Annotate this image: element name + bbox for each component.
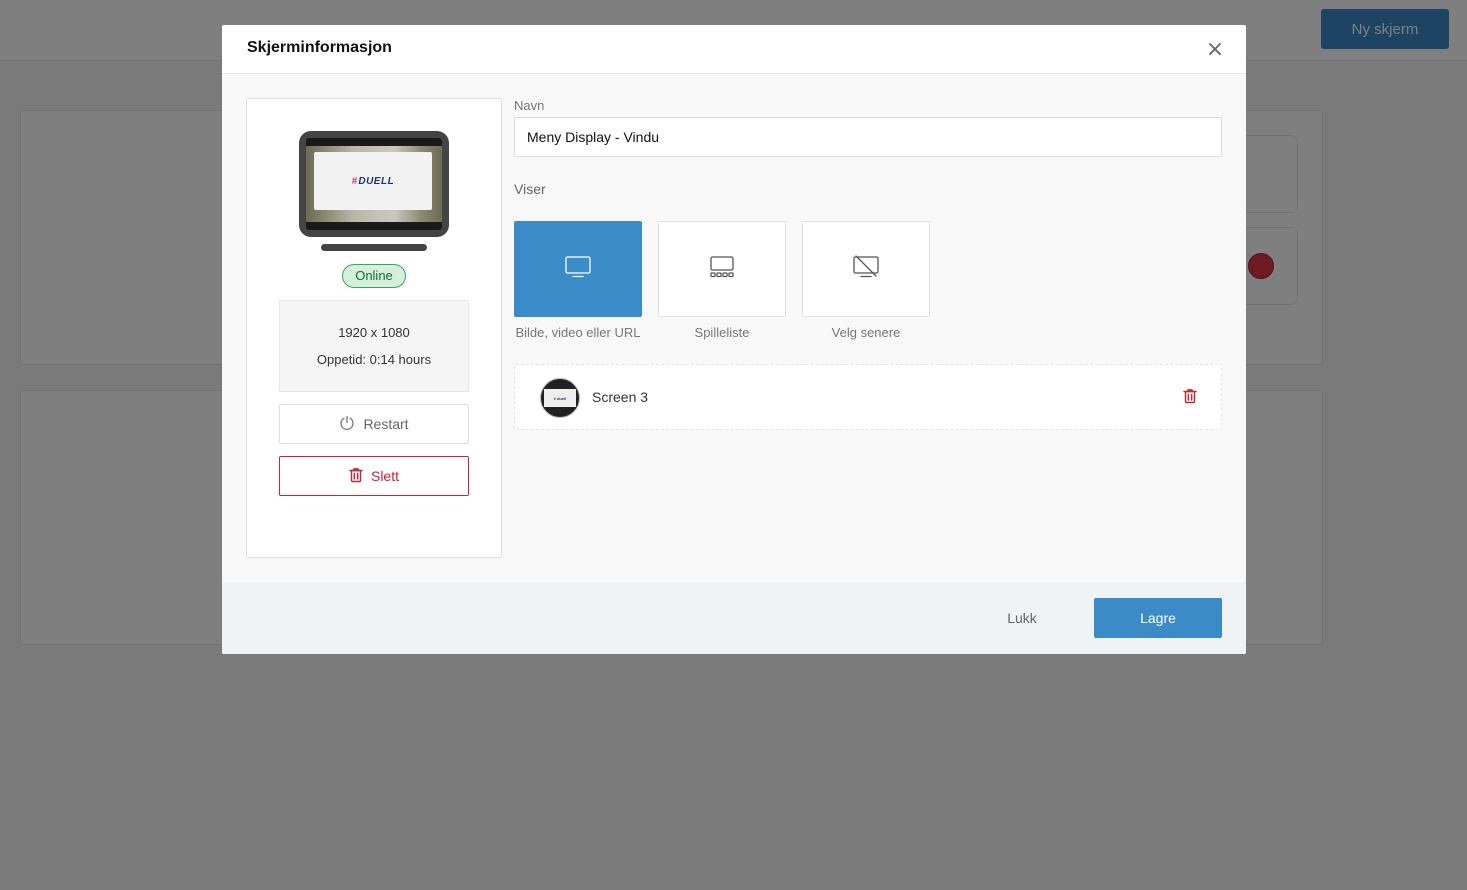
- shows-label: Viser: [514, 181, 546, 197]
- restart-button[interactable]: Restart: [279, 404, 469, 444]
- screen-info-box: 1920 x 1080 Oppetid: 0:14 hours: [279, 300, 469, 392]
- trash-icon: [349, 467, 363, 486]
- option-choose-later-label: Velg senere: [831, 325, 901, 340]
- remove-content-button[interactable]: [1179, 386, 1201, 408]
- trash-icon: [1183, 388, 1197, 407]
- logo-hash: #: [351, 175, 358, 187]
- logo-text: DUELL: [358, 175, 395, 187]
- option-media-label: Bilde, video eller URL: [515, 325, 641, 340]
- option-media[interactable]: [514, 221, 642, 317]
- option-playlist[interactable]: [658, 221, 786, 317]
- close-button[interactable]: Lukk: [982, 598, 1062, 638]
- monitor-screen: # DUELL: [306, 138, 442, 230]
- status-badge: Online: [342, 264, 406, 288]
- name-input[interactable]: [514, 117, 1222, 157]
- power-icon: [339, 415, 355, 434]
- monitor-icon: [564, 255, 592, 284]
- playlist-icon: [708, 255, 736, 284]
- resolution-text: 1920 x 1080: [338, 325, 410, 340]
- uptime-text: Oppetid: 0:14 hours: [316, 352, 432, 367]
- delete-label: Slett: [370, 468, 399, 484]
- restart-label: Restart: [363, 416, 409, 432]
- close-icon[interactable]: ×: [1202, 37, 1228, 63]
- delete-button[interactable]: Slett: [279, 456, 469, 496]
- monitor-off-icon: [852, 254, 880, 284]
- modal-title: Skjerminformasjon: [247, 39, 392, 56]
- content-item-name: Screen 3: [592, 389, 649, 405]
- name-label: Navn: [514, 98, 545, 113]
- modal-footer: Lukk Lagre: [222, 582, 1246, 654]
- screen-info-modal: Skjerminformasjon × # DUELL Online 1920 x…: [222, 25, 1246, 654]
- save-button[interactable]: Lagre: [1094, 598, 1222, 638]
- content-item: # duell Screen 3: [514, 364, 1222, 430]
- content-thumbnail: # duell: [540, 378, 580, 418]
- screen-logo-panel: # DUELL: [314, 152, 432, 210]
- monitor-preview: # DUELL: [299, 131, 449, 237]
- option-choose-later[interactable]: [802, 221, 930, 317]
- thumbnail-logo: # duell: [544, 389, 576, 407]
- option-playlist-label: Spilleliste: [694, 325, 750, 340]
- monitor-stand: [321, 244, 427, 251]
- modal-header: Skjerminformasjon ×: [222, 25, 1246, 74]
- screen-preview-panel: # DUELL Online 1920 x 1080 Oppetid: 0:14 …: [246, 98, 502, 558]
